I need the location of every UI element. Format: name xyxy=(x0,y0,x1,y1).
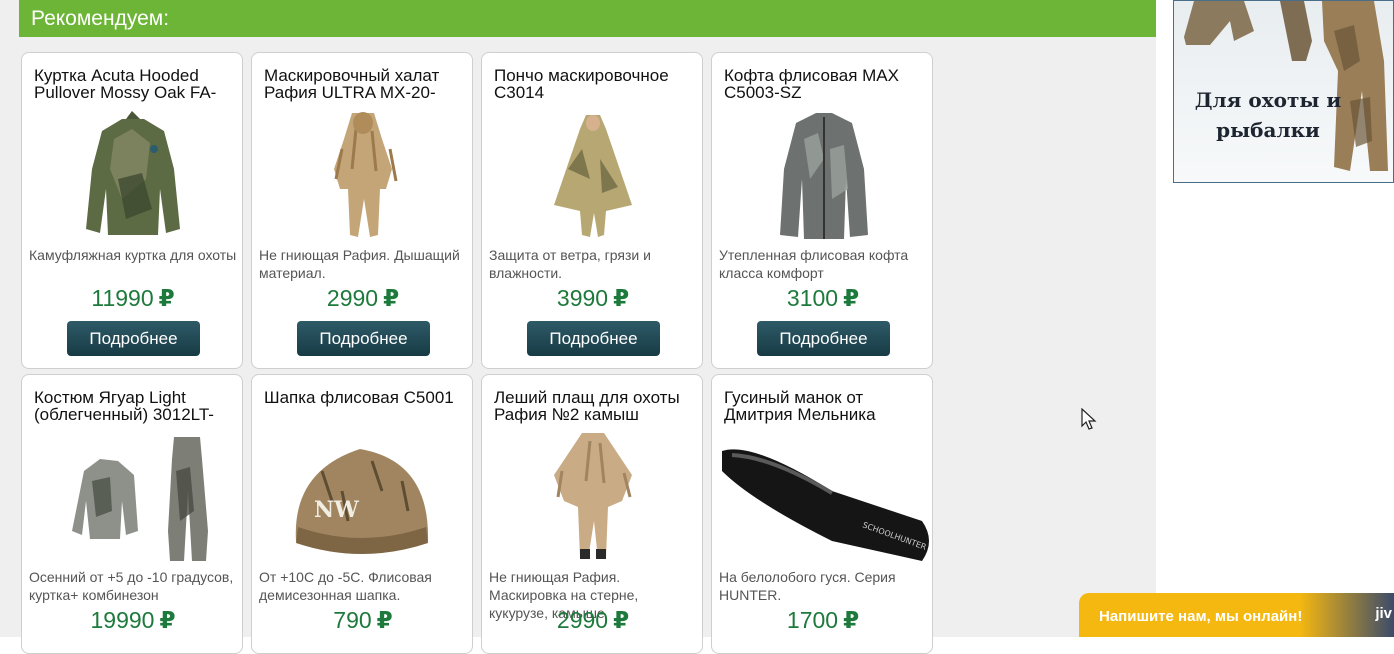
price-value: 1700 xyxy=(786,607,839,633)
fleece-hat-image[interactable]: NW xyxy=(252,431,472,565)
price-value: 19990 xyxy=(90,607,155,633)
product-title[interactable]: Шапка флисовая С5001 xyxy=(264,389,464,425)
ruble-sign: ₽ xyxy=(383,285,400,311)
camo-jacket-image[interactable] xyxy=(22,109,242,243)
product-card[interactable]: Кофта флисовая MAX С5003-SZ Утепленная ф… xyxy=(711,52,933,369)
details-button[interactable]: Подробнее xyxy=(67,321,200,356)
jivo-logo-icon: jiv xyxy=(1375,605,1392,622)
product-price: 2990 ₽ xyxy=(252,285,472,312)
ghillie-cloak-image[interactable] xyxy=(482,431,702,565)
ruble-sign: ₽ xyxy=(613,607,630,633)
ruble-sign: ₽ xyxy=(158,285,175,311)
fleece-jacket-image[interactable] xyxy=(712,109,932,243)
details-button[interactable]: Подробнее xyxy=(527,321,660,356)
price-value: 2990 xyxy=(326,285,379,311)
ruble-sign: ₽ xyxy=(613,285,630,311)
details-button[interactable]: Подробнее xyxy=(297,321,430,356)
price-value: 2990 xyxy=(556,607,609,633)
recommend-title: Рекомендуем: xyxy=(31,6,170,30)
product-price: 3100 ₽ xyxy=(712,285,932,312)
product-price: 1700 ₽ xyxy=(712,607,932,634)
banner-text: Для охоты и рыбалки xyxy=(1194,88,1342,142)
product-title[interactable]: Куртка Acuta Hooded Pullover Mossy Oak F… xyxy=(34,67,234,103)
recommend-header: Рекомендуем: xyxy=(19,0,1156,37)
product-title[interactable]: Кофта флисовая MAX С5003-SZ xyxy=(724,67,924,103)
details-button[interactable]: Подробнее xyxy=(757,321,890,356)
price-value: 3100 xyxy=(786,285,839,311)
product-title[interactable]: Леший плащ для охоты Рафия №2 камыш xyxy=(494,389,694,425)
product-price: 19990 ₽ xyxy=(22,607,242,634)
hunting-fishing-banner[interactable]: Для охоты и рыбалки xyxy=(1173,0,1394,183)
ruble-sign: ₽ xyxy=(376,607,393,633)
product-title[interactable]: Гусиный манок от Дмитрия Мельника xyxy=(724,389,924,425)
product-title[interactable]: Костюм Ягуар Light (облегченный) 3012LT- xyxy=(34,389,234,425)
product-card[interactable]: Маскировочный халат Рафия ULTRA MX-20- Н… xyxy=(251,52,473,369)
product-card[interactable]: Шапка флисовая С5001 NW От +10С до -5С. … xyxy=(251,374,473,654)
product-card[interactable]: Пончо маскировочное С3014 Защита от ветр… xyxy=(481,52,703,369)
ruble-sign: ₽ xyxy=(159,607,176,633)
product-card[interactable]: Леший плащ для охоты Рафия №2 камыш Не г… xyxy=(481,374,703,654)
goose-call-image[interactable]: SCHOOLHUNTER xyxy=(712,431,932,565)
ruble-sign: ₽ xyxy=(843,285,860,311)
product-card[interactable]: Куртка Acuta Hooded Pullover Mossy Oak F… xyxy=(21,52,243,369)
product-title[interactable]: Пончо маскировочное С3014 xyxy=(494,67,694,103)
product-card[interactable]: Гусиный манок от Дмитрия Мельника SCHOOL… xyxy=(711,374,933,654)
hat-logo: NW xyxy=(314,497,359,523)
product-price: 3990 ₽ xyxy=(482,285,702,312)
price-value: 3990 xyxy=(556,285,609,311)
chat-label[interactable]: Напишите нам, мы онлайн! xyxy=(1099,608,1302,625)
product-price: 2990 ₽ xyxy=(482,607,702,634)
price-value: 11990 xyxy=(91,285,154,311)
product-price: 790 ₽ xyxy=(252,607,472,634)
product-card[interactable]: Костюм Ягуар Light (облегченный) 3012LT-… xyxy=(21,374,243,654)
price-value: 790 xyxy=(333,607,372,633)
product-price: 11990 ₽ xyxy=(22,285,242,312)
mouse-cursor-icon xyxy=(1081,408,1097,430)
ruble-sign: ₽ xyxy=(843,607,860,633)
camo-suit-image[interactable] xyxy=(22,431,242,565)
online-chat-widget[interactable]: Напишите нам, мы онлайн! jiv xyxy=(1079,593,1394,637)
product-title[interactable]: Маскировочный халат Рафия ULTRA MX-20- xyxy=(264,67,464,103)
ghillie-suit-image[interactable] xyxy=(252,109,472,243)
poncho-image[interactable] xyxy=(482,109,702,243)
